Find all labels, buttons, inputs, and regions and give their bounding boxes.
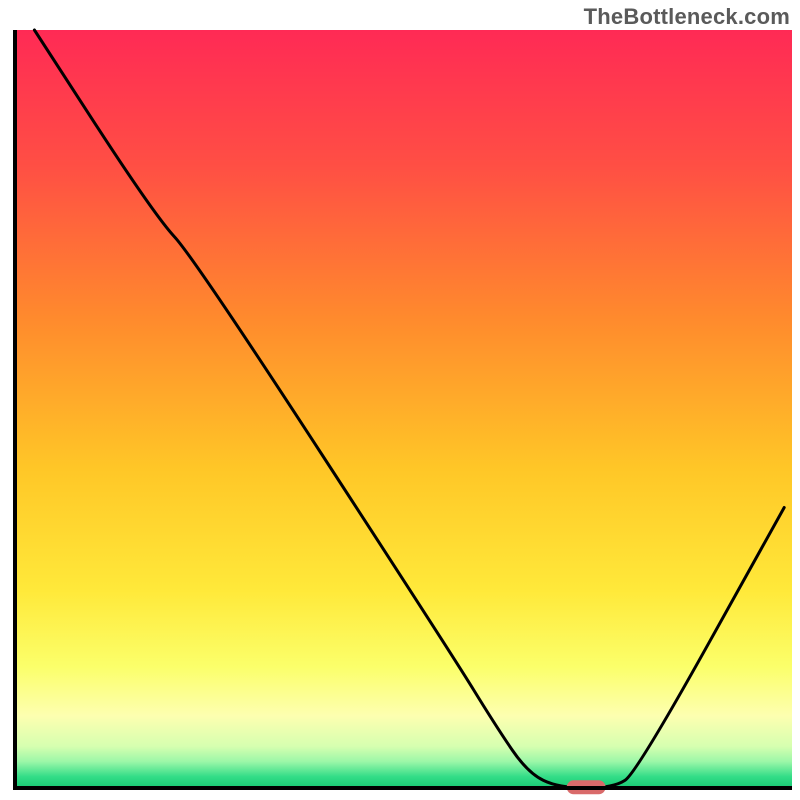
chart-background	[15, 30, 792, 788]
chart-stage: TheBottleneck.com	[0, 0, 800, 800]
watermark-text: TheBottleneck.com	[584, 4, 790, 30]
bottleneck-chart	[0, 0, 800, 800]
